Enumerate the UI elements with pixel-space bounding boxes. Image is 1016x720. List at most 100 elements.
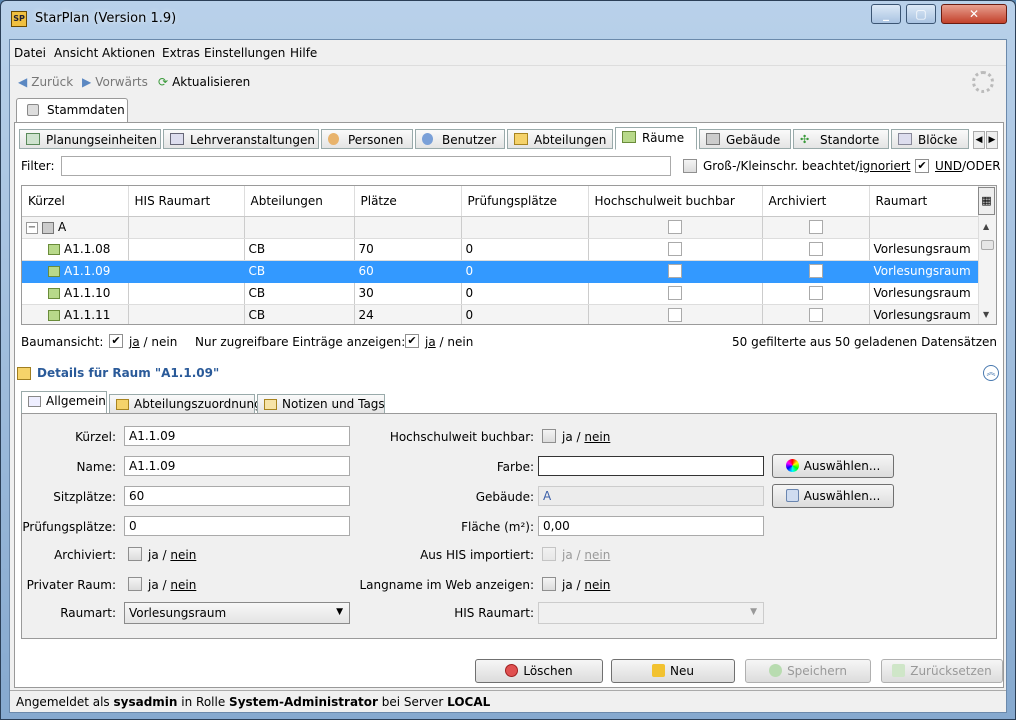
group-archiviert-checkbox[interactable] (808, 220, 823, 235)
tab-lehrveranstaltungen[interactable]: Lehrveranstaltungen (163, 129, 319, 149)
cell-abteilung: CB (244, 304, 355, 324)
tab-benutzer[interactable]: Benutzer (415, 129, 505, 149)
case-sensitive-checkbox[interactable] (683, 159, 697, 173)
cell-pruef: 0 (461, 304, 589, 324)
farbe-input[interactable] (538, 456, 764, 476)
tree-view-checkbox[interactable]: ✔ (109, 334, 123, 348)
row-hochschulweit-checkbox[interactable] (668, 264, 682, 279)
accessible-only-ja: ja (425, 335, 436, 349)
column-chooser-icon: ▦ (981, 194, 992, 207)
menu-hilfe[interactable]: Hilfe (290, 46, 317, 60)
save-button[interactable]: Speichern (745, 659, 871, 683)
tab-stammdaten[interactable]: Stammdaten (16, 98, 128, 122)
window-title: StarPlan (Version 1.9) (35, 11, 177, 26)
column-header-his-raumart[interactable]: HIS Raumart (128, 186, 245, 217)
column-header-abteilungen[interactable]: Abteilungen (244, 186, 355, 217)
kuerzel-input[interactable]: A1.1.09 (124, 426, 350, 446)
tab-notizen[interactable]: Notizen und Tags (257, 394, 385, 414)
langname-checkbox[interactable] (542, 577, 556, 591)
row-hochschulweit-checkbox[interactable] (668, 242, 682, 257)
tab-allgemein[interactable]: Allgemein (21, 391, 107, 414)
tab-planungseinheiten[interactable]: Planungseinheiten (19, 129, 161, 149)
tab-standorte[interactable]: ✣ Standorte (793, 129, 889, 149)
sitzplaetze-input[interactable]: 60 (124, 486, 350, 506)
tab-abteilungen[interactable]: Abteilungen (507, 129, 613, 149)
title-bar[interactable]: SP StarPlan (Version 1.9) _ ▢ ✕ (1, 1, 1015, 39)
cell-kuerzel: A1.1.08 (64, 242, 111, 256)
column-header-kuerzel[interactable]: Kürzel (22, 186, 129, 217)
privater-raum-checkbox[interactable] (128, 577, 142, 591)
gebaeude-label: Gebäude: (475, 490, 534, 504)
back-button[interactable]: ◀ Zurück (18, 75, 73, 89)
table-row[interactable]: A1.1.11 CB 24 0 Vorlesungsraum (22, 304, 981, 324)
column-header-pruefungsplaetze[interactable]: Prüfungsplätze (461, 186, 589, 217)
delete-button[interactable]: Löschen (475, 659, 603, 683)
flaeche-input[interactable]: 0,00 (538, 516, 764, 536)
column-header-plaetze[interactable]: Plätze (354, 186, 462, 217)
row-archiviert-checkbox[interactable] (808, 308, 823, 323)
row-archiviert-checkbox[interactable] (808, 286, 823, 301)
table-row[interactable]: A1.1.10 CB 30 0 Vorlesungsraum (22, 282, 981, 305)
menu-bar: Datei Ansicht Aktionen Extras Einstellun… (10, 40, 1006, 66)
und-text: UND (935, 159, 962, 173)
collapse-node-icon[interactable]: − (26, 221, 38, 234)
status-text: in Rolle (177, 695, 230, 709)
row-hochschulweit-checkbox[interactable] (668, 308, 682, 323)
column-chooser-button[interactable]: ▦ (978, 187, 995, 215)
name-input[interactable]: A1.1.09 (124, 456, 350, 476)
tab-scroll-left-button[interactable]: ◀ (973, 131, 985, 149)
accessible-only-checkbox[interactable]: ✔ (405, 334, 419, 348)
farbe-label: Farbe: (496, 460, 534, 474)
tab-raeume[interactable]: Räume (615, 127, 697, 150)
tree-view-label: Baumansicht: (21, 335, 104, 349)
table-row[interactable]: A1.1.08 CB 70 0 Vorlesungsraum (22, 238, 981, 261)
cell-his (128, 238, 245, 261)
scroll-up-icon[interactable]: ▲ (983, 222, 989, 231)
scroll-thumb[interactable] (981, 240, 994, 250)
new-label: Neu (670, 664, 694, 678)
scroll-down-icon[interactable]: ▼ (983, 310, 989, 319)
und-oder-checkbox[interactable]: ✔ (915, 159, 929, 173)
row-archiviert-checkbox[interactable] (808, 242, 823, 257)
menu-datei[interactable]: Datei (14, 46, 46, 60)
column-header-hochschulweit[interactable]: Hochschulweit buchbar (588, 186, 763, 217)
user-icon (422, 133, 433, 145)
menu-ansicht[interactable]: Ansicht (54, 46, 98, 60)
collapse-details-button[interactable]: ︽ (983, 365, 999, 381)
menu-aktionen[interactable]: Aktionen (102, 46, 155, 60)
refresh-button[interactable]: ⟳ Aktualisieren (158, 75, 250, 89)
forward-button[interactable]: ▶ Vorwärts (82, 75, 148, 89)
close-button[interactable]: ✕ (941, 4, 1007, 24)
menu-extras[interactable]: Extras (162, 46, 200, 60)
maximize-button[interactable]: ▢ (906, 4, 936, 24)
new-button[interactable]: Neu (611, 659, 735, 683)
tab-gebaeude[interactable]: Gebäude (699, 129, 791, 149)
raumart-select[interactable]: Vorlesungsraum ▼ (124, 602, 350, 624)
tab-scroll-right-button[interactable]: ▶ (986, 131, 998, 149)
tab-personen[interactable]: Personen (321, 129, 413, 149)
gebaeude-auswaehlen-button[interactable]: Auswählen... (772, 484, 894, 508)
row-hochschulweit-checkbox[interactable] (668, 286, 682, 301)
tab-abteilungszuordnung[interactable]: Abteilungszuordnung (109, 394, 262, 414)
reset-button[interactable]: Zurücksetzen (881, 659, 1003, 683)
checkmark-icon (769, 664, 783, 677)
filter-input[interactable] (61, 156, 671, 176)
his-import-label: Aus HIS importiert: (420, 548, 534, 562)
table-row-selected[interactable]: A1.1.09 CB 60 0 Vorlesungsraum (22, 260, 981, 283)
group-hochschulweit-checkbox[interactable] (668, 220, 682, 235)
farbe-auswaehlen-button[interactable]: Auswählen... (772, 454, 894, 478)
minimize-button[interactable]: _ (871, 4, 901, 24)
column-header-archiviert[interactable]: Archiviert (762, 186, 870, 217)
tab-label: Standorte (820, 133, 880, 147)
langname-slash: / (576, 578, 581, 592)
table-group-row[interactable]: − A (22, 216, 981, 239)
row-archiviert-checkbox[interactable] (808, 264, 823, 279)
column-header-raumart[interactable]: Raumart (869, 186, 981, 217)
menu-einstellungen[interactable]: Einstellungen (204, 46, 285, 60)
hochschulweit-checkbox[interactable] (542, 429, 556, 443)
tab-bloecke[interactable]: Blöcke (891, 129, 969, 149)
pruefungsplaetze-input[interactable]: 0 (124, 516, 350, 536)
tab-label: Abteilungen (534, 133, 607, 147)
cell-plaetze: 24 (354, 304, 462, 324)
archiviert-checkbox[interactable] (128, 547, 142, 561)
